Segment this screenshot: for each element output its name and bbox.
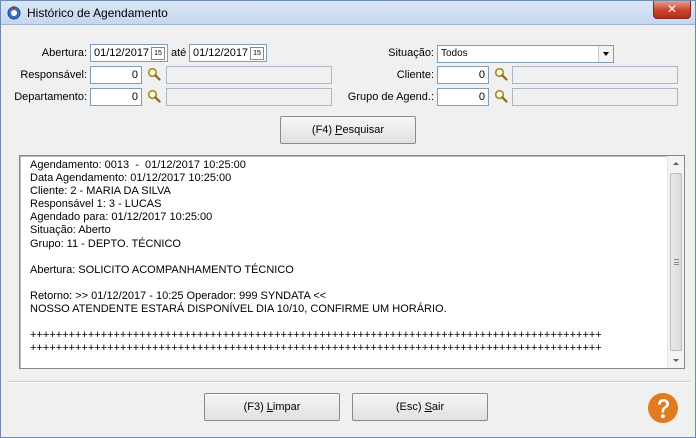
bottom-panel: (F3) Limpar (Esc) Sair: [7, 381, 691, 433]
responsavel-code-value: 0: [131, 69, 138, 81]
grupo-code-value: 0: [478, 91, 485, 103]
search-grupo-icon[interactable]: [494, 89, 508, 103]
title-bar: Histórico de Agendamento ✕: [1, 1, 695, 25]
help-icon[interactable]: [647, 392, 679, 424]
abertura-to-value: 01/12/2017: [193, 47, 249, 59]
pesquisar-shortcut: (F4): [311, 124, 336, 136]
situacao-value: Todos: [441, 48, 468, 59]
responsavel-name-field: [166, 66, 332, 84]
search-cliente-icon[interactable]: [494, 67, 508, 81]
sair-shortcut: (Esc): [395, 401, 425, 413]
close-button[interactable]: ✕: [653, 1, 691, 19]
grip-icon: [674, 259, 679, 265]
history-memo[interactable]: Agendamento: 0013 - 01/12/2017 10:25:00 …: [19, 155, 685, 369]
cliente-code-value: 0: [478, 69, 485, 81]
grupo-name-field: [512, 88, 678, 106]
cliente-label: Cliente:: [396, 69, 434, 81]
pesquisar-label: esquisar: [342, 124, 385, 136]
limpar-shortcut: (F3): [243, 401, 267, 413]
departamento-code-field[interactable]: 0: [90, 88, 142, 106]
departamento-label: Departamento:: [14, 91, 87, 103]
client-area: Abertura: 01/12/2017 15 até 01/12/2017 1…: [7, 31, 691, 433]
calendar-from-icon[interactable]: 15: [151, 47, 165, 60]
pesquisar-accel: P: [335, 124, 343, 136]
search-responsavel-icon[interactable]: [147, 67, 161, 81]
departamento-code-value: 0: [131, 91, 138, 103]
limpar-button[interactable]: (F3) Limpar: [204, 393, 340, 421]
window: Histórico de Agendamento ✕ Abertura: 01/…: [0, 0, 696, 438]
calendar-to-icon[interactable]: 15: [250, 47, 264, 60]
history-text: Agendamento: 0013 - 01/12/2017 10:25:00 …: [30, 159, 602, 355]
responsavel-label: Responsável:: [20, 69, 87, 81]
pesquisar-button[interactable]: (F4) Pesquisar: [280, 116, 416, 144]
grupo-code-field[interactable]: 0: [437, 88, 489, 106]
grupo-label: Grupo de Agend.:: [347, 91, 434, 103]
sair-accel: S: [424, 401, 432, 413]
ate-label: até: [171, 47, 187, 59]
responsavel-code-field[interactable]: 0: [90, 66, 142, 84]
limpar-label: impar: [272, 401, 301, 413]
situacao-select[interactable]: Todos: [437, 45, 614, 63]
abertura-from-value: 01/12/2017: [94, 47, 150, 59]
scroll-thumb[interactable]: [670, 173, 682, 351]
sair-button[interactable]: (Esc) Sair: [352, 393, 488, 421]
chevron-down-icon[interactable]: [598, 46, 613, 62]
vertical-scrollbar[interactable]: [667, 156, 684, 368]
cliente-code-field[interactable]: 0: [437, 66, 489, 84]
sair-label: air: [431, 401, 445, 413]
situacao-label: Situação:: [388, 47, 434, 59]
calendar-gear-icon: [7, 6, 21, 20]
cliente-name-field: [512, 66, 678, 84]
departamento-name-field: [166, 88, 332, 106]
search-departamento-icon[interactable]: [147, 89, 161, 103]
scroll-down-icon[interactable]: [668, 352, 684, 368]
window-title: Histórico de Agendamento: [27, 6, 168, 20]
abertura-label: Abertura:: [41, 47, 87, 59]
scroll-up-icon[interactable]: [668, 156, 684, 172]
